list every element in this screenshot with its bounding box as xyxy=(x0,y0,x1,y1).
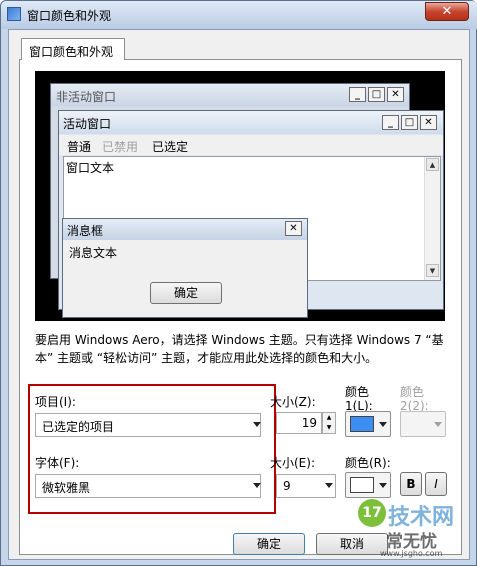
maximize-icon: □ xyxy=(368,87,385,102)
color1-swatch xyxy=(350,416,374,432)
preview-scrollbar: ▲ ▼ xyxy=(424,157,440,280)
inactive-window-title: 非活动窗口 xyxy=(56,90,117,104)
dialog-window: 窗口颜色和外观 ✕ 窗口颜色和外观 非活动窗口 _ □ ✕ 活动窗口 _ □ ✕… xyxy=(0,0,477,566)
chevron-down-icon xyxy=(434,422,442,427)
scroll-down-icon: ▼ xyxy=(426,264,439,277)
item-size-input[interactable]: 19 xyxy=(276,412,322,434)
dialog-client-area: 窗口颜色和外观 非活动窗口 _ □ ✕ 活动窗口 _ □ ✕ 普通 已禁用 已选… xyxy=(8,29,470,560)
active-window-titlebar: 活动窗口 _ □ ✕ xyxy=(59,111,443,134)
item-select[interactable]: 已选定的项目 xyxy=(35,413,261,437)
chevron-down-icon xyxy=(253,422,261,427)
scroll-up-icon: ▲ xyxy=(426,158,439,171)
inactive-window-titlebar: 非活动窗口 _ □ ✕ xyxy=(51,84,409,106)
close-icon: ✕ xyxy=(420,115,437,130)
messagebox-ok-button: 确定 xyxy=(150,282,222,304)
title-bar: 窗口颜色和外观 ✕ xyxy=(1,1,477,29)
ok-button[interactable]: 确定 xyxy=(233,533,305,555)
chevron-down-icon xyxy=(379,483,387,488)
watermark-site: www.jsgho.com xyxy=(380,549,443,558)
font-label: 字体(F): xyxy=(35,456,80,470)
item-label: 项目(I): xyxy=(35,395,76,409)
minimize-icon: _ xyxy=(349,87,366,102)
messagebox-titlebar: 消息框 ✕ xyxy=(63,219,307,240)
menu-item-disabled: 已禁用 xyxy=(102,140,139,154)
item-size-label: 大小(Z): xyxy=(270,395,316,409)
chevron-down-icon xyxy=(325,483,333,488)
maximize-icon: □ xyxy=(401,115,418,130)
messagebox-preview: 消息框 ✕ 消息文本 确定 xyxy=(62,218,308,318)
watermark-logo-icon: 17 xyxy=(358,499,386,527)
menu-item-selected: 已选定 xyxy=(152,140,189,154)
minimize-icon: _ xyxy=(382,115,399,130)
color1-button[interactable] xyxy=(345,411,391,437)
font-size-label: 大小(E): xyxy=(270,456,315,470)
font-color-button[interactable] xyxy=(345,472,391,498)
window-app-icon xyxy=(7,7,21,21)
color1-label: 颜色 1(L): xyxy=(345,385,373,413)
color2-button xyxy=(400,411,446,437)
font-color-label: 颜色(R): xyxy=(345,456,391,470)
close-icon: ✕ xyxy=(285,221,302,236)
appearance-preview: 非活动窗口 _ □ ✕ 活动窗口 _ □ ✕ 普通 已禁用 已选定 窗口文本 ▲… xyxy=(35,71,445,321)
font-color-swatch xyxy=(350,477,374,493)
close-icon: ✕ xyxy=(387,87,404,102)
menu-item-normal: 普通 xyxy=(67,140,92,154)
close-button[interactable]: ✕ xyxy=(425,2,469,21)
color2-label: 颜色 2(2): xyxy=(400,385,429,413)
size-spinner[interactable]: ▲ ▼ xyxy=(322,412,336,434)
active-window-title: 活动窗口 xyxy=(63,117,112,131)
aero-hint-text: 要启用 Windows Aero，请选择 Windows 主题。只有选择 Win… xyxy=(35,333,444,365)
tab-window-color[interactable]: 窗口颜色和外观 xyxy=(21,38,125,60)
tab-panel: 非活动窗口 _ □ ✕ 活动窗口 _ □ ✕ 普通 已禁用 已选定 窗口文本 ▲… xyxy=(19,59,462,555)
chevron-down-icon xyxy=(379,422,387,427)
messagebox-title: 消息框 xyxy=(67,224,104,238)
bold-button[interactable]: B xyxy=(400,472,422,496)
window-title: 窗口颜色和外观 xyxy=(27,9,112,23)
chevron-down-icon xyxy=(253,483,261,488)
italic-button[interactable]: I xyxy=(425,472,447,496)
font-select[interactable]: 微软雅黑 xyxy=(35,474,261,498)
messagebox-text: 消息文本 xyxy=(69,246,118,260)
watermark: 17 技术网 常无忧 www.jsgho.com xyxy=(358,497,476,563)
window-text: 窗口文本 xyxy=(66,161,115,175)
preview-menu-bar: 普通 已禁用 已选定 xyxy=(59,135,443,155)
